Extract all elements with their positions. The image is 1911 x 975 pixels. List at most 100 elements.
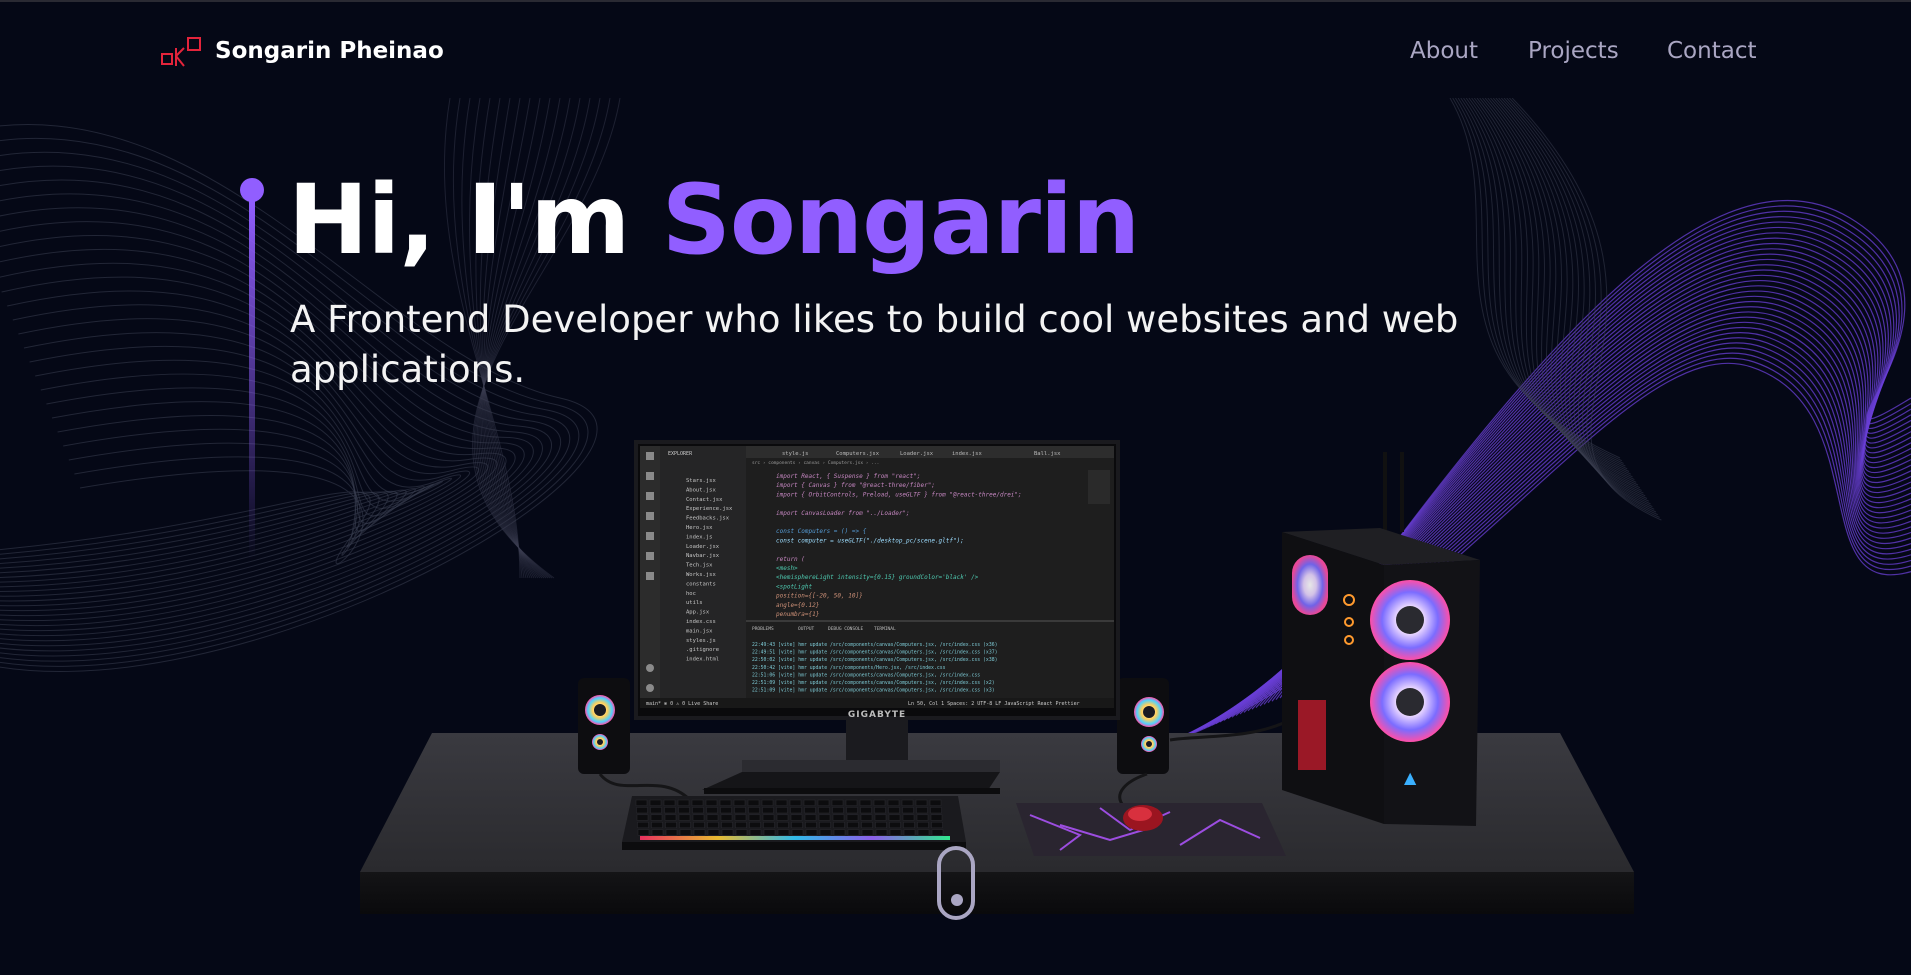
explorer-file: App.jsx (686, 610, 710, 616)
keyboard-key (705, 799, 718, 806)
explorer-file: main.jsx (686, 628, 713, 634)
keyboard-key (721, 829, 734, 836)
hero-name: Songarin (661, 164, 1141, 276)
keyboard-key (902, 807, 914, 814)
editor-tab: style.js (782, 451, 809, 457)
keyboard-key (902, 814, 915, 821)
nav-link-contact[interactable]: Contact (1667, 38, 1756, 64)
keyboard-key (650, 807, 662, 814)
keyboard-key (749, 829, 762, 836)
terminal-line: 22:51:06 [vite] hmr update /src/componen… (752, 672, 980, 678)
code-line: import { Canvas } from "@react-three/fib… (776, 482, 935, 489)
keyboard-key (860, 814, 873, 821)
keyboard-key (665, 829, 678, 836)
explorer-file: Works.jsx (686, 572, 716, 578)
status-left: main* ⊗ 0 ⚠ 0 Live Share (646, 701, 718, 707)
navbar: Songarin Pheinao About Projects Contact (0, 2, 1911, 98)
keyboard-key (693, 821, 705, 829)
mouse (1123, 805, 1163, 831)
keyboard-key (846, 807, 858, 814)
keyboard-key (763, 829, 776, 836)
keyboard-key (775, 799, 788, 806)
keyboard-key (720, 814, 733, 821)
editor-tab: Ball.jsx (1034, 451, 1061, 457)
hero-greeting: Hi, I'm (288, 164, 662, 276)
keyboard-key (692, 807, 704, 814)
keyboard-key (734, 807, 746, 814)
keyboard-key (887, 799, 900, 806)
keyboard-key (691, 799, 704, 806)
keyboard-key (679, 821, 691, 829)
explorer-title: EXPLORER (668, 451, 693, 457)
panel-tab: PROBLEMS (752, 626, 774, 632)
keyboard-key (762, 814, 775, 821)
keyboard (622, 796, 966, 850)
nav-link-projects[interactable]: Projects (1528, 38, 1619, 64)
nav-link-about[interactable]: About (1410, 38, 1478, 64)
keyboard-key (733, 799, 746, 806)
keyboard-key (873, 799, 886, 806)
explorer-file: styles.js (686, 638, 716, 644)
keyboard-key (665, 821, 677, 829)
logo-icon[interactable] (160, 36, 206, 70)
keyboard-key (861, 821, 873, 829)
keyboard-key (832, 814, 845, 821)
terminal-line: 22:50:42 [vite] hmr update /src/componen… (752, 665, 946, 671)
svg-text:src › components › canvas › Co: src › components › canvas › Computers.js… (752, 460, 879, 466)
keyboard-key (931, 829, 944, 836)
keyboard-key (805, 821, 817, 829)
editor-tab: index.jsx (952, 451, 982, 457)
keyboard-key (747, 799, 760, 806)
scroll-indicator-icon[interactable] (937, 846, 975, 920)
explorer-file: utils (686, 600, 703, 606)
keyboard-key (664, 807, 676, 814)
keyboard-key (903, 829, 916, 836)
code-line: angle={0.12} (776, 602, 819, 609)
keyboard-key (651, 821, 663, 829)
keyboard-key (888, 807, 900, 814)
keyboard-key (776, 807, 788, 814)
keyboard-key (818, 814, 831, 821)
keyboard-key (845, 799, 858, 806)
explorer-file: hoc (686, 591, 696, 597)
explorer-file: index.js (686, 534, 713, 540)
svg-text:▲: ▲ (1404, 768, 1417, 787)
desktop-pc-canvas[interactable]: GIGABYTE EXPLORER Stars.jsx About.jsx Cont… (0, 0, 1911, 975)
explorer-file: Loader.jsx (686, 544, 720, 550)
right-speaker (1117, 678, 1169, 774)
keyboard-key (859, 799, 872, 806)
code-line: <spotLight (776, 583, 813, 590)
keyboard-key (678, 814, 691, 821)
keyboard-key (636, 807, 648, 814)
keyboard-key (917, 821, 929, 829)
keyboard-key (692, 814, 705, 821)
keyboard-key (790, 814, 803, 821)
panel-tab: OUTPUT (798, 626, 815, 632)
keyboard-key (637, 821, 649, 829)
keyboard-key (874, 807, 886, 814)
terminal-line: 22:50:02 [vite] hmr update /src/componen… (752, 657, 997, 663)
keyboard-key (791, 821, 803, 829)
terminal-line: 22:51:09 [vite] hmr update /src/componen… (752, 688, 995, 694)
explorer-file: Feedbacks.jsx (686, 516, 730, 522)
terminal-line: 22:49:43 [vite] hmr update /src/componen… (752, 642, 997, 648)
keyboard-key (931, 821, 943, 829)
code-line: <mesh> (776, 565, 798, 572)
code-line: const Computers = () => { (776, 528, 867, 535)
keyboard-key (889, 821, 901, 829)
panel-tab: DEBUG CONSOLE (828, 626, 864, 632)
keyboard-key (847, 829, 860, 836)
keyboard-key (637, 829, 650, 836)
keyboard-key (832, 807, 844, 814)
brand-name[interactable]: Songarin Pheinao (215, 38, 444, 64)
keyboard-key (889, 829, 902, 836)
keyboard-key (875, 821, 887, 829)
keyboard-key (791, 829, 804, 836)
explorer-file: index.css (686, 619, 716, 625)
keyboard-key (663, 799, 676, 806)
keyboard-key (790, 807, 802, 814)
keyboard-key (930, 814, 943, 821)
code-line: return ( (776, 556, 805, 563)
code-line: import React, { Suspense } from "react"; (776, 473, 921, 480)
keyboard-key (901, 799, 914, 806)
